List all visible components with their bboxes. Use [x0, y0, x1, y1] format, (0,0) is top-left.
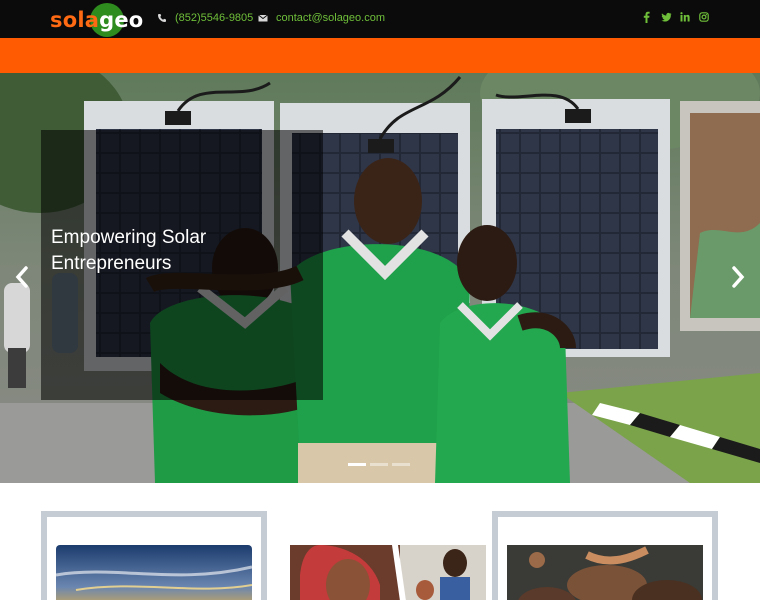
envelope-icon [258, 14, 268, 22]
phone-number: (852)5546-9805 [175, 12, 254, 24]
feature-card-2[interactable] [275, 511, 501, 600]
slider-next-arrow[interactable] [730, 266, 746, 288]
slider-indicators [348, 463, 410, 466]
feature-cards [0, 483, 760, 600]
card-2-image [290, 545, 486, 600]
hero-slider: Empowering Solar Entrepreneurs [0, 73, 760, 483]
card-3-image [507, 545, 703, 600]
facebook-icon[interactable] [642, 11, 651, 23]
feature-card-1[interactable] [41, 511, 267, 600]
card-1-image [56, 545, 252, 600]
phone-icon [158, 14, 166, 22]
logo-text: solageo [50, 8, 144, 32]
linkedin-icon[interactable] [680, 11, 690, 23]
site-logo[interactable]: solageo [50, 3, 143, 37]
phone-link[interactable]: (852)5546-9805 [157, 12, 253, 24]
slider-dot-3[interactable] [392, 463, 410, 466]
hero-caption: Empowering Solar Entrepreneurs [51, 227, 207, 274]
chevron-right-icon [732, 266, 745, 288]
twitter-icon[interactable] [661, 11, 672, 23]
social-links [642, 11, 709, 23]
instagram-icon[interactable] [699, 11, 709, 23]
orange-nav-bar [0, 38, 760, 73]
top-bar: solageo (852)5546-9805 contact@solageo.c… [0, 0, 760, 38]
slider-dot-2[interactable] [370, 463, 388, 466]
email-link[interactable]: contact@solageo.com [258, 12, 385, 24]
slider-prev-arrow[interactable] [14, 266, 30, 288]
slider-dot-1[interactable] [348, 463, 366, 466]
email-address: contact@solageo.com [276, 12, 386, 24]
chevron-left-icon [15, 266, 28, 288]
feature-card-3[interactable] [492, 511, 718, 600]
